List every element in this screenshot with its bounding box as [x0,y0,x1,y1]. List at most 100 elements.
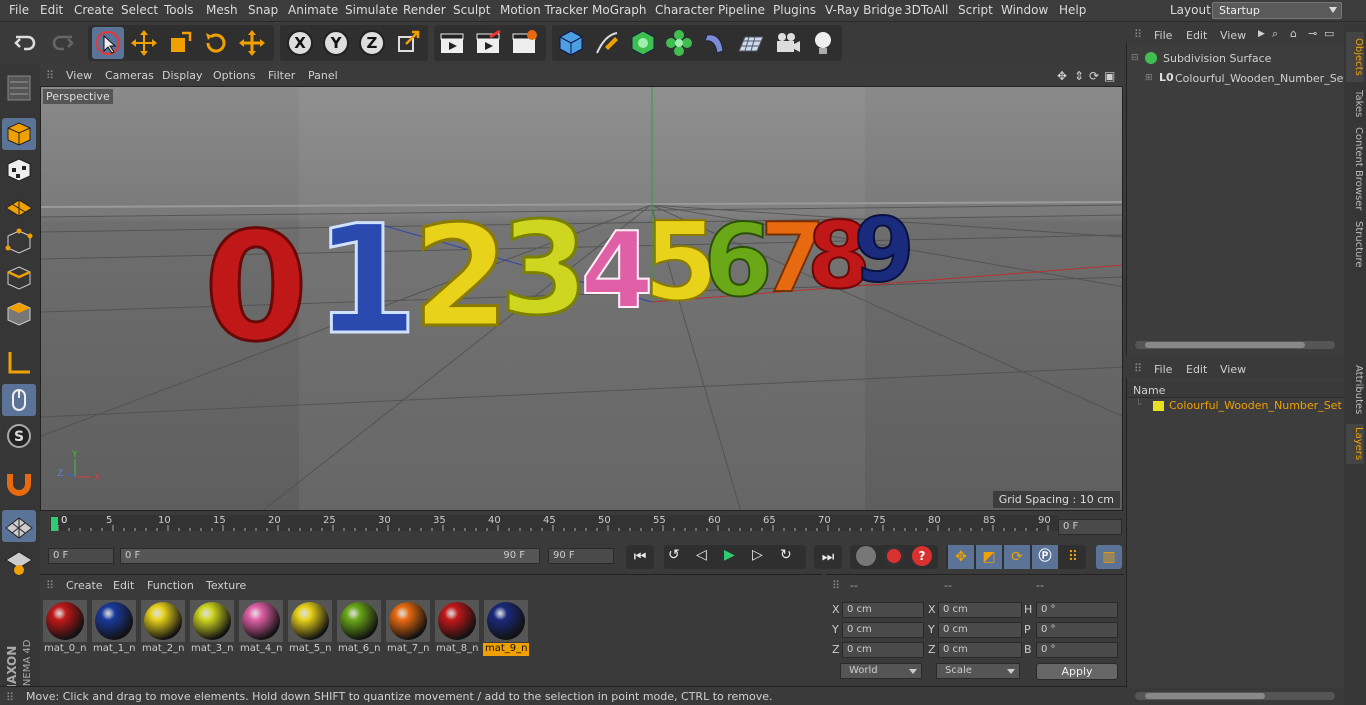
material-item[interactable]: mat_5_n [287,599,333,657]
subdivision-surface-button[interactable] [627,27,659,59]
tree-item-subdivision-surface[interactable]: ⊟ Subdivision Surface [1129,51,1343,67]
material-menu-function[interactable]: Function [147,579,194,592]
menu-vray-bridge[interactable]: V-Ray Bridge [825,3,902,17]
axis-mode-button[interactable] [2,348,36,380]
snap-button[interactable] [2,466,36,498]
material-item[interactable]: mat_8_n [434,599,480,657]
menu-pipeline[interactable]: Pipeline [718,3,765,17]
menu-select[interactable]: Select [121,3,158,17]
record-point-level-button[interactable]: ⠿ [1060,545,1086,569]
size-field[interactable]: 0 cm [938,602,1022,618]
live-selection-button[interactable] [92,27,124,59]
rotation-field[interactable]: 0 ° [1036,622,1118,638]
timeline-ruler[interactable]: 0 5 10 15 20 25 30 35 40 45 50 55 60 65 … [40,511,1123,545]
layer-row[interactable]: └ Colourful_Wooden_Number_Set [1129,398,1343,414]
viewport-menu-panel[interactable]: Panel [308,69,338,82]
viewport-menu-options[interactable]: Options [213,69,255,82]
material-menu-create[interactable]: Create [66,579,103,592]
menu-script[interactable]: Script [958,3,993,17]
tweak-mode-button[interactable] [2,384,36,416]
menu-window[interactable]: Window [1001,3,1048,17]
preview-start-field[interactable]: 0 F [48,548,114,564]
edges-mode-button[interactable] [2,262,36,294]
menu-snap[interactable]: Snap [248,3,278,17]
chevron-right-icon[interactable]: ▶ [1258,29,1265,39]
horizontal-scrollbar[interactable] [1135,692,1335,700]
viewport-menu-display[interactable]: Display [162,69,203,82]
viewport-menu-filter[interactable]: Filter [268,69,295,82]
go-to-start-button[interactable]: ⏮ [626,545,654,569]
perspective-viewport[interactable]: 0 1 2 3 4 5 6 7 8 9 Y Z X Perspective Gr… [40,86,1123,511]
scrollbar-thumb[interactable] [1145,693,1265,699]
tab-structure[interactable]: Structure [1346,216,1364,272]
x-axis-lock-button[interactable]: X [284,27,316,59]
menu-3dtoall[interactable]: 3DToAll [904,3,948,17]
cube-button[interactable] [555,27,587,59]
previous-frame-button[interactable]: ◁ [696,547,707,563]
layer-color-swatch[interactable] [1153,401,1164,411]
collapse-icon[interactable]: ⊸ [1308,27,1317,40]
scrollbar-thumb[interactable] [1145,342,1305,348]
render-settings-button[interactable] [508,27,540,59]
go-to-end-button[interactable]: ⏭ [814,545,842,569]
render-to-picture-viewer-button[interactable] [472,27,504,59]
tab-takes[interactable]: Takes [1346,86,1364,122]
viewport-menu-cameras[interactable]: Cameras [105,69,154,82]
play-button[interactable]: ▶ [724,547,735,563]
rotation-field[interactable]: 0 ° [1036,602,1118,618]
record-position-button[interactable]: ✥ [948,545,974,569]
model-mode-button[interactable] [2,118,36,150]
rotate-button[interactable] [200,27,232,59]
make-editable-button[interactable] [2,72,36,104]
rotate-view-icon[interactable]: ⟳ [1089,69,1099,83]
polygons-mode-button[interactable] [2,298,36,330]
next-key-button[interactable]: ↻ [780,547,792,563]
new-window-icon[interactable]: ▭ [1324,27,1334,40]
record-scale-button[interactable]: ◩ [976,545,1002,569]
tab-attributes[interactable]: Attributes [1346,360,1364,420]
search-icon[interactable]: ⌕ [1272,27,1278,41]
coordinate-mode-select[interactable]: World [840,663,922,679]
position-field[interactable]: 0 cm [842,602,924,618]
grid-snap-button[interactable] [2,510,36,542]
object-menu-edit[interactable]: Edit [1186,29,1207,42]
timeline-button[interactable]: ▥ [1096,545,1122,569]
tree-expander-icon[interactable]: ⊟ [1131,53,1139,63]
recent-tool-button[interactable] [236,27,268,59]
layer-menu-edit[interactable]: Edit [1186,363,1207,376]
menu-mograph[interactable]: MoGraph [592,3,647,17]
points-mode-button[interactable] [2,226,36,258]
menu-tools[interactable]: Tools [164,3,194,17]
layout-select[interactable]: Startup [1212,2,1342,19]
menu-character[interactable]: Character [655,3,714,17]
position-field[interactable]: 0 cm [842,622,924,638]
render-view-button[interactable] [436,27,468,59]
object-menu-file[interactable]: File [1154,29,1172,42]
record-active-objects-button[interactable] [856,546,876,566]
workplane-mode-button[interactable] [2,190,36,222]
pen-button[interactable] [591,27,623,59]
size-field[interactable]: 0 cm [938,642,1022,658]
tab-layers[interactable]: Layers [1346,424,1364,464]
size-mode-select[interactable]: Scale [936,663,1020,679]
horizontal-scrollbar[interactable] [1135,341,1335,349]
menu-motion-tracker[interactable]: Motion Tracker [500,3,588,17]
menu-file[interactable]: File [9,3,29,17]
pan-view-icon[interactable]: ✥ [1057,69,1067,83]
material-item[interactable]: mat_0_n [42,599,88,657]
array-button[interactable] [663,27,695,59]
material-item[interactable]: mat_2_n [140,599,186,657]
tree-expander-icon[interactable]: ⊞ [1145,73,1153,83]
previous-key-button[interactable]: ↺ [668,547,680,563]
maximize-view-icon[interactable]: ▣ [1104,69,1115,83]
current-frame-field[interactable]: 0 F [1058,519,1122,535]
record-parameter-button[interactable]: Ⓟ [1032,545,1058,569]
workplane-snap-button[interactable] [2,546,36,578]
menu-render[interactable]: Render [403,3,446,17]
move-button[interactable] [128,27,160,59]
menu-edit[interactable]: Edit [40,3,63,17]
menu-create[interactable]: Create [74,3,114,17]
material-item[interactable]: mat_6_n [336,599,382,657]
texture-mode-button[interactable] [2,154,36,186]
menu-simulate[interactable]: Simulate [345,3,398,17]
